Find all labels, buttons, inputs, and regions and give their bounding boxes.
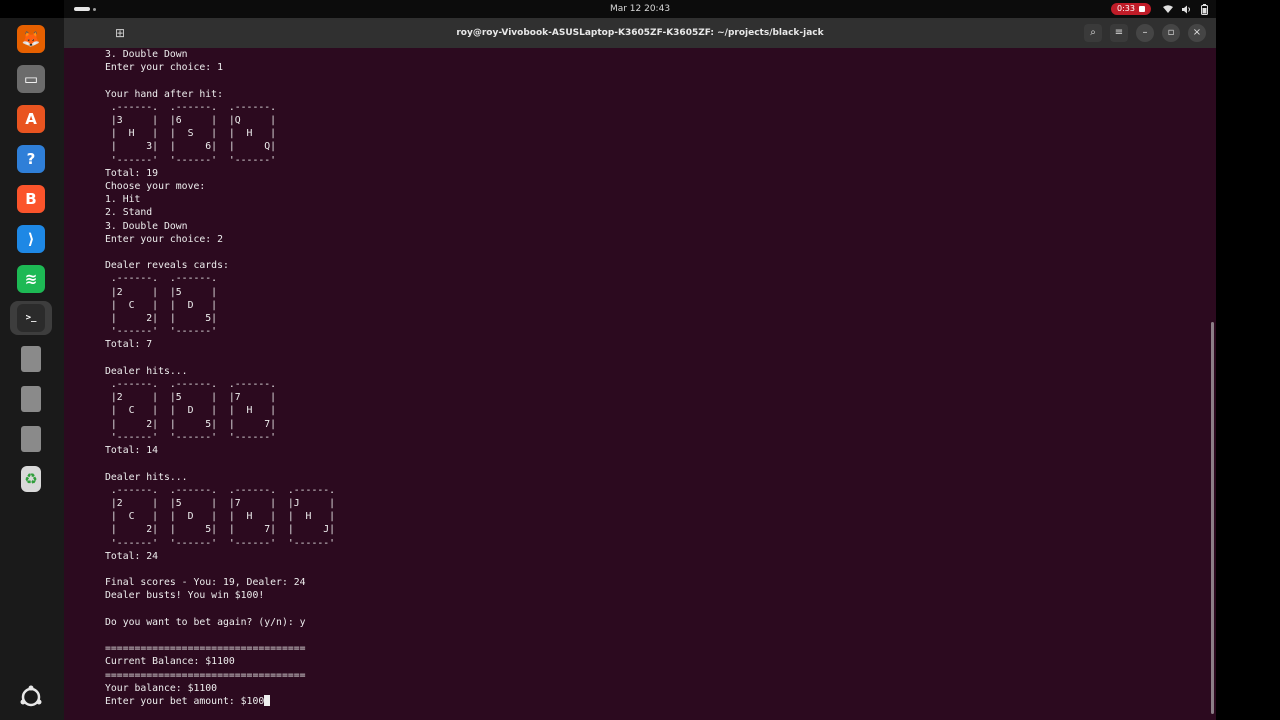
terminal-line: Enter your bet amount: $100 [105, 695, 265, 707]
wifi-icon [1163, 4, 1173, 13]
terminal-scrollbar[interactable] [1211, 322, 1214, 714]
terminal-line: 1. Hit [105, 194, 141, 206]
terminal-line: '------' '------' '------' [105, 431, 277, 443]
ubuntu-logo-icon [20, 685, 42, 707]
ssd-drive-launcher[interactable] [10, 342, 52, 376]
show-apps-button[interactable] [10, 680, 52, 714]
terminal-line: .------. .------. .------. [105, 101, 277, 113]
terminal-line: Enter your choice: 2 [105, 233, 223, 245]
menu-icon[interactable]: ≡ [1110, 24, 1128, 42]
firefox-icon: 🦊 [17, 25, 45, 53]
terminal-line: |2 | |5 | |7 | [105, 392, 277, 404]
brave-icon: B [17, 185, 45, 213]
app-center-launcher[interactable]: A [10, 102, 52, 136]
terminal-line: | C | | D | | H | | H | [105, 511, 336, 523]
terminal-titlebar[interactable]: ⊞ roy@roy-Vivobook-ASUSLaptop-K3605ZF-K3… [64, 18, 1216, 48]
ssd-drive-icon [21, 426, 41, 452]
terminal-line: | H | | S | | H | [105, 128, 277, 140]
terminal-line: Current Balance: $1100 [105, 656, 235, 668]
terminal-line: Dealer hits... [105, 471, 188, 483]
terminal-line: 3. Double Down [105, 49, 188, 60]
terminal-line: Total: 7 [105, 339, 153, 351]
terminal-line: ================================== [105, 669, 306, 681]
terminal-line: Do you want to bet again? (y/n): y [105, 616, 306, 628]
spotify-launcher[interactable]: ≋ [10, 262, 52, 296]
terminal-line: 2. Stand [105, 207, 153, 219]
ssd-drive-launcher[interactable] [10, 422, 52, 456]
terminal-line: .------. .------. [105, 273, 218, 285]
firefox-launcher[interactable]: 🦊 [10, 22, 52, 56]
ssd-drive-launcher[interactable] [10, 382, 52, 416]
window-title: roy@roy-Vivobook-ASUSLaptop-K3605ZF-K360… [456, 28, 824, 38]
desktop-screen: Mar 12 20:43 0:33 ⊞ roy@roy-Vivobook-ASU… [64, 0, 1216, 720]
terminal-line: Dealer reveals cards: [105, 260, 229, 272]
trash-launcher[interactable]: ♻ [10, 462, 52, 496]
terminal-output[interactable]: 3. Double Down Enter your choice: 1 Your… [105, 48, 1205, 718]
vscode-icon: ⟩ [17, 225, 45, 253]
close-button[interactable]: × [1188, 24, 1206, 42]
recording-time: 0:33 [1117, 4, 1135, 13]
vscode-launcher[interactable]: ⟩ [10, 222, 52, 256]
battery-icon [1201, 3, 1208, 15]
terminal-line: | 2| | 5| | 7| | J| [105, 524, 336, 536]
terminal-launcher[interactable]: >_ [10, 301, 52, 335]
terminal-line: '------' '------' '------' [105, 154, 277, 166]
terminal-line: Total: 19 [105, 167, 159, 179]
top-bar: Mar 12 20:43 0:33 [64, 0, 1216, 18]
terminal-line: |2 | |5 | |7 | |J | [105, 497, 336, 509]
terminal-line: '------' '------' [105, 326, 218, 338]
terminal-line: | C | | D | | H | [105, 405, 277, 417]
terminal-line: Total: 24 [105, 550, 159, 562]
dock: 🦊 ▭ A? B ⟩ ≋ >_ ♻ [0, 18, 64, 720]
app-center-icon: A [17, 105, 45, 133]
spotify-icon: ≋ [17, 265, 45, 293]
help-launcher[interactable]: ? [10, 142, 52, 176]
terminal-line: 3. Double Down [105, 220, 188, 232]
terminal-line: '------' '------' '------' '------' [105, 537, 336, 549]
files-launcher[interactable]: ▭ [10, 62, 52, 96]
files-icon: ▭ [17, 65, 45, 93]
terminal-line: | 2| | 5| | 7| [105, 418, 277, 430]
ssd-drive-icon [21, 346, 41, 372]
brave-launcher[interactable]: B [10, 182, 52, 216]
terminal-line: | 3| | 6| | Q| [105, 141, 277, 153]
terminal-line: |3 | |6 | |Q | [105, 115, 277, 127]
terminal-line: Enter your choice: 1 [105, 62, 223, 74]
terminal-line: ================================== [105, 643, 306, 655]
terminal-line: |2 | |5 | [105, 286, 218, 298]
trash-icon: ♻ [21, 466, 41, 492]
terminal-icon: >_ [17, 304, 45, 332]
terminal-line: .------. .------. .------. [105, 379, 277, 391]
clock[interactable]: Mar 12 20:43 [64, 0, 1216, 18]
help-icon: ? [17, 145, 45, 173]
terminal-line: Dealer busts! You win $100! [105, 590, 265, 602]
terminal-line: Final scores - You: 19, Dealer: 24 [105, 577, 306, 589]
system-tray[interactable] [1163, 0, 1208, 18]
stop-recording-icon[interactable] [1138, 6, 1145, 12]
terminal-line: Choose your move: [105, 181, 206, 193]
search-icon[interactable]: ⌕ [1084, 24, 1102, 42]
terminal-line: .------. .------. .------. .------. [105, 484, 336, 496]
ssd-drive-icon [21, 386, 41, 412]
terminal-line: Total: 14 [105, 445, 159, 457]
terminal-line: | C | | D | [105, 299, 218, 311]
terminal-line: | 2| | 5| [105, 313, 218, 325]
text-cursor [264, 694, 271, 706]
terminal-line: Your balance: $1100 [105, 682, 218, 694]
maximize-button[interactable]: ▫ [1162, 24, 1180, 42]
terminal-line: Your hand after hit: [105, 88, 223, 100]
volume-icon [1182, 5, 1190, 13]
terminal-line: Dealer hits... [105, 365, 188, 377]
minimize-button[interactable]: – [1136, 24, 1154, 42]
screen-recording-indicator[interactable]: 0:33 [1111, 3, 1151, 15]
